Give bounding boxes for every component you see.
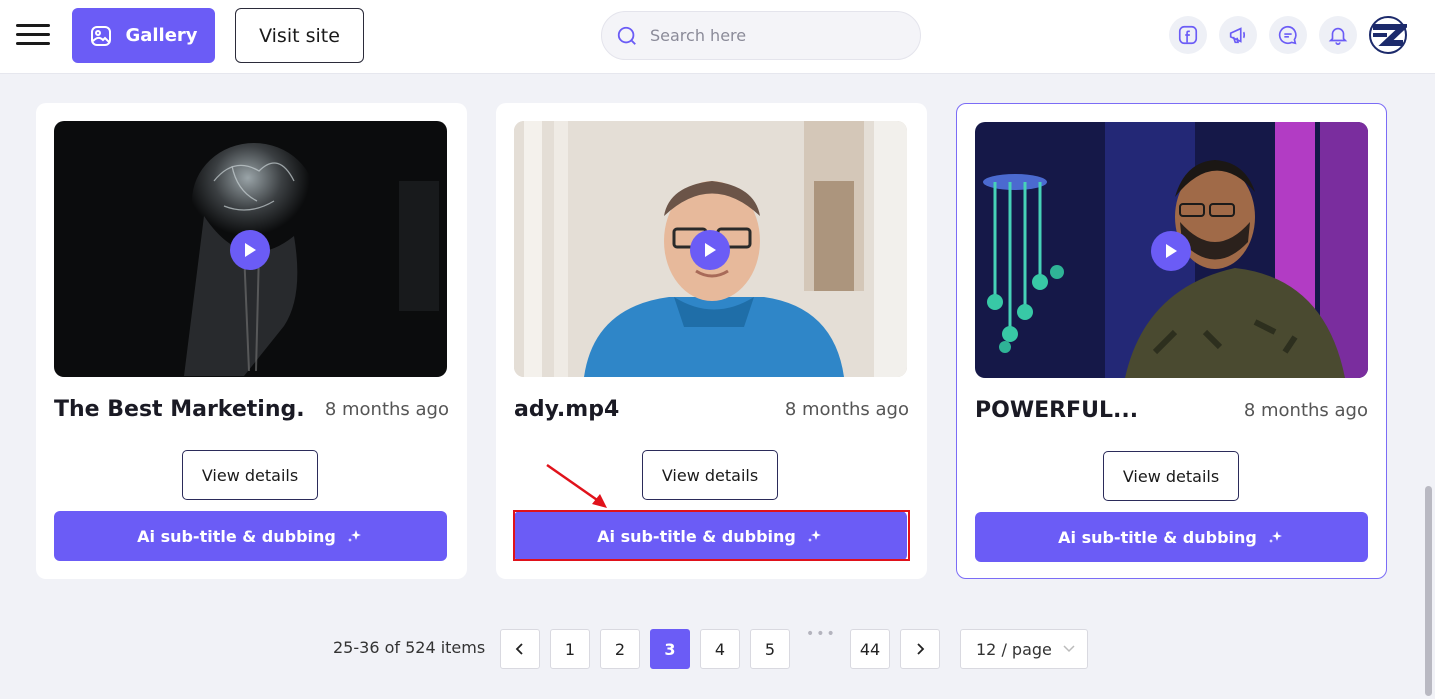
annotation-arrow-icon <box>546 463 607 508</box>
video-thumbnail[interactable] <box>975 122 1368 378</box>
page-button-4[interactable]: 4 <box>700 629 740 669</box>
video-card: The Best Marketing... 8 months ago View … <box>36 103 467 579</box>
ai-button-label: Ai sub-title & dubbing <box>137 526 336 546</box>
page-button-3-current[interactable]: 3 <box>650 629 690 669</box>
gallery-icon <box>91 25 112 46</box>
pagination-summary: 25-36 of 524 items <box>333 638 486 657</box>
play-icon[interactable] <box>1151 231 1191 271</box>
ai-subtitle-dubbing-button[interactable]: Ai sub-title & dubbing <box>514 511 907 561</box>
ai-subtitle-dubbing-button[interactable]: Ai sub-title & dubbing <box>975 512 1368 562</box>
view-details-button[interactable]: View details <box>642 450 778 500</box>
scrollbar-thumb[interactable] <box>1425 486 1432 696</box>
menu-icon[interactable] <box>16 22 50 48</box>
page-button-5[interactable]: 5 <box>750 629 790 669</box>
view-details-button[interactable]: View details <box>182 450 318 500</box>
video-title: The Best Marketing... <box>54 397 304 422</box>
gallery-label: Gallery <box>125 25 198 46</box>
page-button-2[interactable]: 2 <box>600 629 640 669</box>
ai-button-label: Ai sub-title & dubbing <box>1058 527 1257 547</box>
chevron-right-icon <box>917 643 925 655</box>
sparkle-icon <box>807 530 821 542</box>
top-bar: Gallery Visit site <box>0 0 1435 74</box>
play-icon[interactable] <box>230 230 270 270</box>
visit-site-button[interactable]: Visit site <box>235 8 364 63</box>
video-title: ady.mp4 <box>514 397 620 422</box>
bell-icon[interactable] <box>1319 16 1357 54</box>
video-time: 8 months ago <box>1243 400 1368 421</box>
brand-logo[interactable] <box>1369 16 1411 54</box>
chevron-left-icon <box>515 643 523 655</box>
next-page-button[interactable] <box>900 629 940 669</box>
video-title: POWERFUL... <box>975 398 1139 423</box>
facebook-icon[interactable] <box>1169 16 1207 54</box>
chevron-down-icon <box>1063 645 1075 653</box>
page-button-1[interactable]: 1 <box>550 629 590 669</box>
gallery-button[interactable]: Gallery <box>72 8 215 63</box>
sparkle-icon <box>1268 531 1282 543</box>
video-time: 8 months ago <box>784 399 909 420</box>
view-details-button[interactable]: View details <box>1103 451 1239 501</box>
ai-button-label: Ai sub-title & dubbing <box>597 526 796 546</box>
search-box <box>601 11 921 60</box>
page-ellipsis[interactable]: ••• <box>806 626 837 642</box>
video-time: 8 months ago <box>324 399 449 420</box>
search-icon <box>617 26 636 45</box>
page-button-last[interactable]: 44 <box>850 629 890 669</box>
prev-page-button[interactable] <box>500 629 540 669</box>
search-input[interactable] <box>650 26 890 45</box>
play-icon[interactable] <box>690 230 730 270</box>
video-thumbnail[interactable] <box>514 121 907 377</box>
ai-subtitle-dubbing-button[interactable]: Ai sub-title & dubbing <box>54 511 447 561</box>
megaphone-icon[interactable] <box>1219 16 1257 54</box>
video-card-selected: POWERFUL... 8 months ago View details Ai… <box>956 103 1387 579</box>
sparkle-icon <box>347 530 361 542</box>
chat-icon[interactable] <box>1269 16 1307 54</box>
page-size-value: 12 / page <box>976 639 1052 659</box>
video-thumbnail[interactable] <box>54 121 447 377</box>
page-size-select[interactable]: 12 / page <box>960 629 1088 669</box>
